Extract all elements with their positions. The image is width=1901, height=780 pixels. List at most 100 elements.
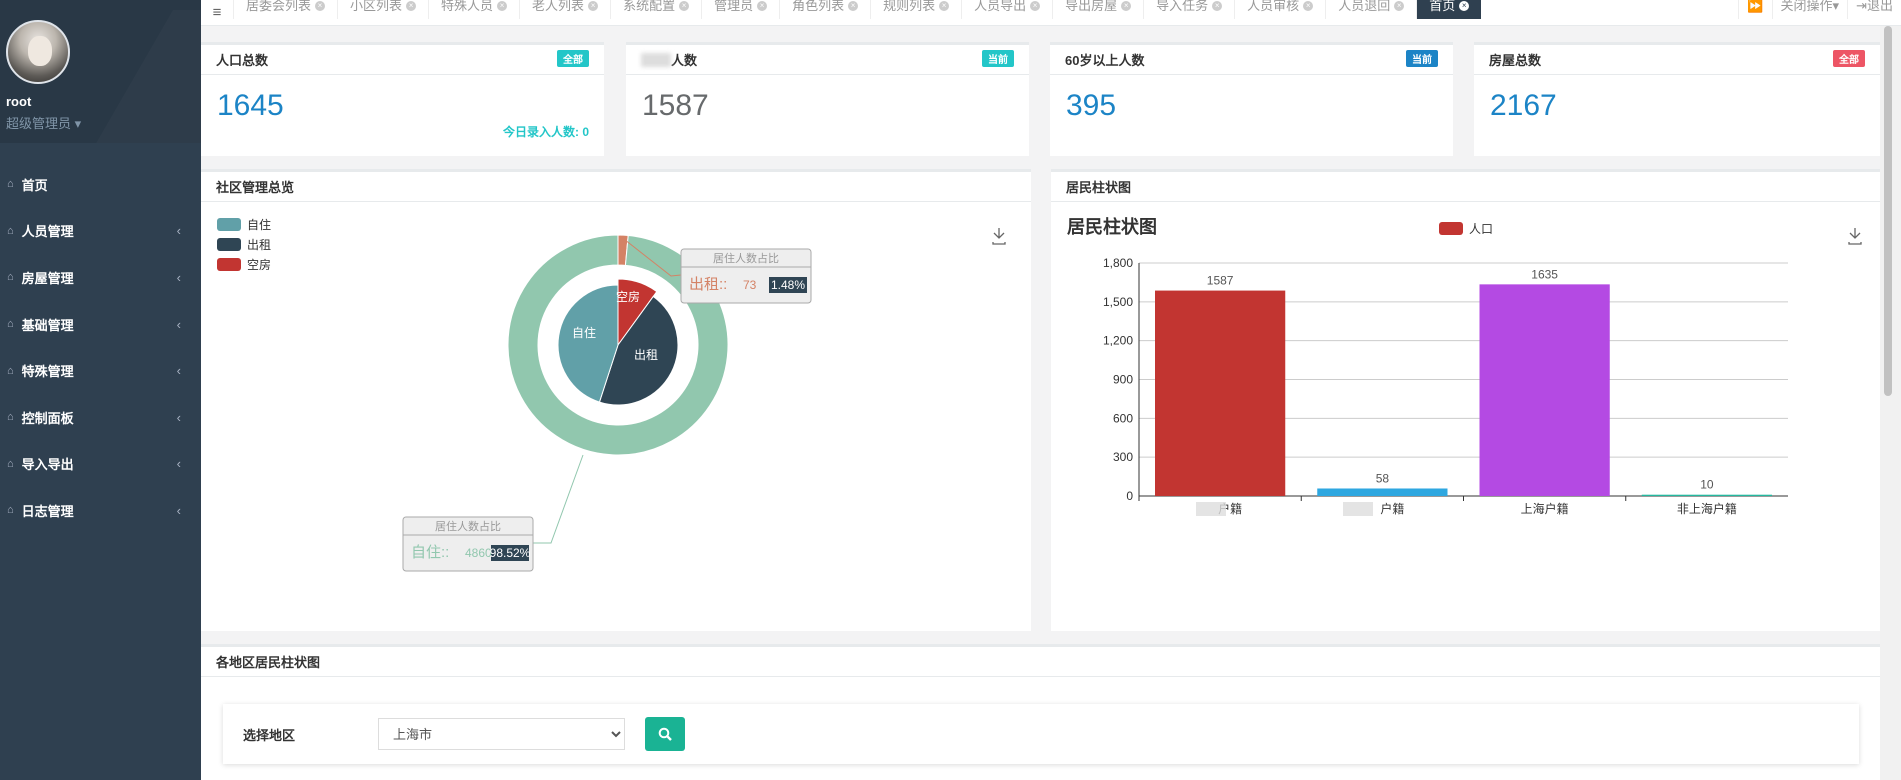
panel-title: 居民柱状图 <box>1066 180 1132 195</box>
stat-badge: 当前 <box>982 50 1014 67</box>
tab-bar: ≡ 居委会列表 × 小区列表 × 特殊人员 × 老人列表 × 系统配置 × 管理员 × 角色列表 × 规则列… <box>201 0 1901 26</box>
y-tick-label: 0 <box>1126 489 1133 503</box>
tab-1[interactable]: 小区列表 × <box>337 0 428 19</box>
close-icon[interactable]: × <box>1212 0 1223 11</box>
tab-10[interactable]: 导入任务 × <box>1143 0 1234 19</box>
nav-item-1[interactable]: ⌂ 人员管理 ‹ <box>0 208 201 255</box>
bar-chart: 居民柱状图 人口 0 300 600 900 1,200 1,500 1,800 1587 户籍 58… <box>1067 216 1862 516</box>
filter-bar: 选择地区 上海市 <box>223 704 1859 764</box>
tab-4[interactable]: 系统配置 × <box>610 0 701 19</box>
scrollbar[interactable] <box>1880 26 1901 780</box>
tab-12[interactable]: 人员退回 × <box>1325 0 1416 19</box>
legend-swatch[interactable] <box>217 238 241 251</box>
legend-label[interactable]: 自住 <box>247 218 271 232</box>
tab-8[interactable]: 人员导出 × <box>961 0 1052 19</box>
bar-3[interactable] <box>1641 494 1772 496</box>
close-icon[interactable]: × <box>497 0 508 11</box>
download-icon[interactable] <box>992 228 1006 245</box>
bar-value-label: 58 <box>1376 471 1390 485</box>
tab-label: 角色列表 <box>792 0 845 13</box>
tab-label: 系统配置 <box>623 0 676 13</box>
callout-line <box>533 454 584 544</box>
chevron-left-icon: ‹ <box>176 223 181 239</box>
bar-1[interactable] <box>1317 488 1448 496</box>
tab-label: 老人列表 <box>532 0 585 13</box>
search-icon <box>658 727 672 741</box>
stat-title: 人口总数 <box>216 53 269 68</box>
legend-label[interactable]: 人口 <box>1469 222 1493 236</box>
tab-13[interactable]: 首页 × <box>1416 0 1482 19</box>
panel-resident-bar: 居民柱状图 居民柱状图 人口 0 300 600 900 1,200 1,500 1,800 15… <box>1051 169 1881 631</box>
bar-0[interactable] <box>1155 290 1286 496</box>
chevron-left-icon: ‹ <box>176 316 181 332</box>
legend-swatch[interactable] <box>1439 222 1463 235</box>
tab-11[interactable]: 人员审核 × <box>1234 0 1325 19</box>
tab-2[interactable]: 特殊人员 × <box>428 0 519 19</box>
tab-7[interactable]: 规则列表 × <box>870 0 961 19</box>
nav-item-5[interactable]: ⌂ 控制面板 ‹ <box>0 394 201 441</box>
nav-item-3[interactable]: ⌂ 基础管理 ‹ <box>0 301 201 348</box>
home-icon: ⌂ <box>7 411 14 424</box>
nav-item-4[interactable]: ⌂ 特殊管理 ‹ <box>0 347 201 394</box>
panel-title: 各地区居民柱状图 <box>216 655 321 670</box>
chevron-left-icon: ‹ <box>176 269 181 285</box>
tab-3[interactable]: 老人列表 × <box>519 0 610 19</box>
bar-2[interactable] <box>1479 284 1610 496</box>
redacted-text <box>641 52 671 67</box>
home-icon: ⌂ <box>7 318 14 331</box>
close-icon[interactable]: × <box>315 0 326 11</box>
chart-title: 居民柱状图 <box>1067 216 1157 237</box>
nav-item-7[interactable]: ⌂ 日志管理 ‹ <box>0 487 201 534</box>
region-select[interactable]: 上海市 <box>378 718 625 750</box>
close-icon[interactable]: × <box>1303 0 1314 11</box>
nav-item-2[interactable]: ⌂ 房屋管理 ‹ <box>0 254 201 301</box>
callout-name: 出租:: <box>689 276 727 293</box>
search-button[interactable] <box>645 717 685 751</box>
close-icon[interactable]: × <box>588 0 599 11</box>
menu-toggle-icon[interactable]: ≡ <box>201 4 233 21</box>
download-icon[interactable] <box>1848 228 1862 245</box>
tab-9[interactable]: 导出房屋 × <box>1052 0 1143 19</box>
close-icon[interactable]: × <box>679 0 690 11</box>
legend-swatch[interactable] <box>217 218 241 231</box>
logout-button[interactable]: ⇥ 退出 <box>1847 0 1901 19</box>
stat-title: 60岁以上人数 <box>1065 53 1145 68</box>
avatar[interactable] <box>6 20 70 84</box>
close-icon[interactable]: × <box>1030 0 1041 11</box>
y-tick-label: 900 <box>1113 373 1133 387</box>
close-icon[interactable]: × <box>1394 0 1405 11</box>
nav-label: 首页 <box>21 177 48 193</box>
tab-5[interactable]: 管理员 × <box>701 0 779 19</box>
nav-label: 人员管理 <box>21 224 74 240</box>
home-icon: ⌂ <box>7 271 14 284</box>
close-icon[interactable]: × <box>848 0 859 11</box>
chevron-left-icon: ‹ <box>176 409 181 425</box>
legend-label[interactable]: 空房 <box>247 257 271 272</box>
filter-label: 选择地区 <box>243 727 296 743</box>
close-ops-label: 关闭操作 <box>1780 0 1833 13</box>
user-role-dropdown[interactable]: 超级管理员 ▾ <box>6 113 201 132</box>
nav-label: 日志管理 <box>21 503 74 519</box>
logout-icon: ⇥ <box>1856 0 1867 13</box>
forward-icon[interactable]: ⏩ <box>1738 0 1771 19</box>
scrollbar-thumb[interactable] <box>1884 26 1892 396</box>
close-icon[interactable]: × <box>1121 0 1132 11</box>
stat-badge: 全部 <box>1833 50 1865 67</box>
close-icon[interactable]: × <box>1459 0 1470 11</box>
home-icon: ⌂ <box>7 178 14 191</box>
nav-item-0[interactable]: ⌂ 首页 <box>0 161 201 208</box>
close-icon[interactable]: × <box>406 0 417 11</box>
tabs: 居委会列表 × 小区列表 × 特殊人员 × 老人列表 × 系统配置 × 管理员 × 角色列表 × 规则列表 ×… <box>233 0 1482 26</box>
tab-0[interactable]: 居委会列表 × <box>233 0 337 19</box>
stat-card-current: 人数 当前 1587 <box>626 42 1029 156</box>
close-icon[interactable]: × <box>939 0 950 11</box>
nav-item-6[interactable]: ⌂ 导入导出 ‹ <box>0 441 201 488</box>
stat-value: 1645 <box>217 89 284 122</box>
legend-swatch[interactable] <box>217 258 241 271</box>
tab-6[interactable]: 角色列表 × <box>779 0 870 19</box>
x-tick-label: 上海户籍 <box>1521 501 1569 516</box>
close-icon[interactable]: × <box>757 0 768 11</box>
close-ops-button[interactable]: 关闭操作 ▾ <box>1771 0 1848 19</box>
legend-label[interactable]: 出租 <box>247 238 271 252</box>
y-tick-label: 1,500 <box>1103 295 1133 309</box>
